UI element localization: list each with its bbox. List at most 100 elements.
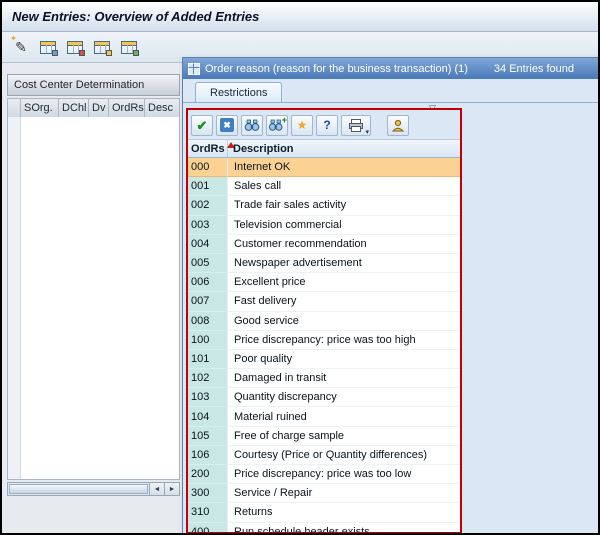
bg-col-ordrs[interactable]: OrdRs [109,98,145,118]
star-icon: ★ [297,119,308,131]
cell-description[interactable]: Trade fair sales activity [228,196,460,215]
cell-ordrs[interactable]: 101 [188,350,228,369]
table-row[interactable]: 100 Price discrepancy: price was too hig… [188,331,460,350]
cell-ordrs[interactable]: 004 [188,235,228,254]
table-row[interactable]: 008 Good service [188,312,460,331]
cell-ordrs[interactable]: 100 [188,331,228,350]
cell-description[interactable]: Newspaper advertisement [228,254,460,273]
cell-description[interactable]: Excellent price [228,273,460,292]
table-row[interactable]: 102 Damaged in transit [188,369,460,388]
cell-description[interactable]: Customer recommendation [228,235,460,254]
cell-description[interactable]: Damaged in transit [228,369,460,388]
cell-description[interactable]: Poor quality [228,350,460,369]
bg-table-body [7,117,180,480]
binoculars-icon [244,119,260,132]
delete-row-button[interactable] [64,36,86,58]
dialog-grid-icon [188,63,200,75]
scroll-left-button[interactable]: ◄ [149,483,164,495]
cell-ordrs[interactable]: 106 [188,446,228,465]
add-to-personal-list-button[interactable]: ★ [291,115,313,136]
cell-description[interactable]: Material ruined [228,407,460,426]
cell-description[interactable]: Fast delivery [228,292,460,311]
cell-ordrs[interactable]: 103 [188,388,228,407]
table-row[interactable]: 105 Free of charge sample [188,427,460,446]
cell-ordrs[interactable]: 007 [188,292,228,311]
cell-description[interactable]: Price discrepancy: price was too high [228,331,460,350]
window-title-bar: New Entries: Overview of Added Entries [2,2,598,32]
dialog-title-bar[interactable]: Order reason (reason for the business tr… [183,58,600,79]
bg-col-sorg[interactable]: SOrg. [21,98,59,118]
edit-toggle-button[interactable]: ✦✎ [10,36,32,58]
column-header-description[interactable]: Description [228,140,460,157]
cell-ordrs[interactable]: 000 [188,158,228,177]
printer-icon [348,119,364,132]
cell-ordrs[interactable]: 006 [188,273,228,292]
table-row[interactable]: 101 Poor quality [188,350,460,369]
cell-ordrs[interactable]: 102 [188,369,228,388]
check-icon: ✔ [197,119,208,132]
cell-ordrs[interactable]: 104 [188,407,228,426]
cell-description[interactable]: Courtesy (Price or Quantity differences) [228,446,460,465]
cell-description[interactable]: Free of charge sample [228,427,460,446]
cell-ordrs[interactable]: 008 [188,312,228,331]
personal-value-list-button[interactable] [387,115,409,136]
cell-description[interactable]: Good service [228,312,460,331]
cell-description[interactable]: Sales call [228,177,460,196]
cell-ordrs[interactable]: 400 [188,523,228,534]
cancel-button[interactable]: ✖ [216,115,238,136]
row-selector-column [8,117,21,479]
cell-description[interactable]: Returns [228,503,460,522]
accept-button[interactable]: ✔ [191,115,213,136]
column-header-ordrs[interactable]: OrdRs [188,140,228,157]
table-row[interactable]: 103 Quantity discrepancy [188,388,460,407]
bg-col-desc[interactable]: Desc [145,98,180,118]
find-next-button[interactable]: + [266,115,288,136]
find-button[interactable] [241,115,263,136]
cell-ordrs[interactable]: 003 [188,216,228,235]
dropdown-caret-icon: ▾ [365,128,369,136]
entries-found-label: 34 Entries found [494,63,574,75]
table-row[interactable]: 004 Customer recommendation [188,235,460,254]
cell-description[interactable]: Run schedule header exists [228,523,460,534]
table-row[interactable]: 000 Internet OK [188,158,460,177]
cell-description[interactable]: Quantity discrepancy [228,388,460,407]
table-row[interactable]: 005 Newspaper advertisement [188,254,460,273]
cell-ordrs[interactable]: 005 [188,254,228,273]
position-button[interactable] [118,36,140,58]
bg-col-dchl[interactable]: DChl [59,98,89,118]
bg-col-selector[interactable] [7,98,21,118]
cell-ordrs[interactable]: 002 [188,196,228,215]
person-icon [391,119,405,132]
cell-description[interactable]: Service / Repair [228,484,460,503]
cell-ordrs[interactable]: 300 [188,484,228,503]
bg-horizontal-scrollbar[interactable]: ◄ ► [7,482,180,496]
panel-header: Cost Center Determination [7,74,180,96]
table-row[interactable]: 002 Trade fair sales activity [188,196,460,215]
table-row[interactable]: 007 Fast delivery [188,292,460,311]
search-help-button[interactable]: ? [316,115,338,136]
cell-description[interactable]: Television commercial [228,216,460,235]
bg-col-dv[interactable]: Dv [89,98,109,118]
cell-ordrs[interactable]: 200 [188,465,228,484]
cell-description[interactable]: Price discrepancy: price was too low [228,465,460,484]
table-row[interactable]: 300 Service / Repair [188,484,460,503]
table-row[interactable]: 006 Excellent price [188,273,460,292]
print-button[interactable]: ▾ [341,115,371,136]
tab-restrictions[interactable]: Restrictions [195,82,282,103]
scroll-right-button[interactable]: ► [164,483,179,495]
table-row[interactable]: 400 Run schedule header exists [188,523,460,534]
table-row[interactable]: 106 Courtesy (Price or Quantity differen… [188,446,460,465]
table-row[interactable]: 104 Material ruined [188,407,460,426]
cell-ordrs[interactable]: 310 [188,503,228,522]
table-row[interactable]: 200 Price discrepancy: price was too low [188,465,460,484]
table-row[interactable]: 003 Television commercial [188,216,460,235]
copy-as-button[interactable] [37,36,59,58]
result-table-body: 000 Internet OK 001 Sales call 002 Trade… [188,158,460,534]
cell-description[interactable]: Internet OK [228,158,460,177]
select-all-button[interactable] [91,36,113,58]
cell-ordrs[interactable]: 105 [188,427,228,446]
cell-ordrs[interactable]: 001 [188,177,228,196]
table-row[interactable]: 310 Returns [188,503,460,522]
scrollbar-thumb[interactable] [9,484,148,494]
table-row[interactable]: 001 Sales call [188,177,460,196]
